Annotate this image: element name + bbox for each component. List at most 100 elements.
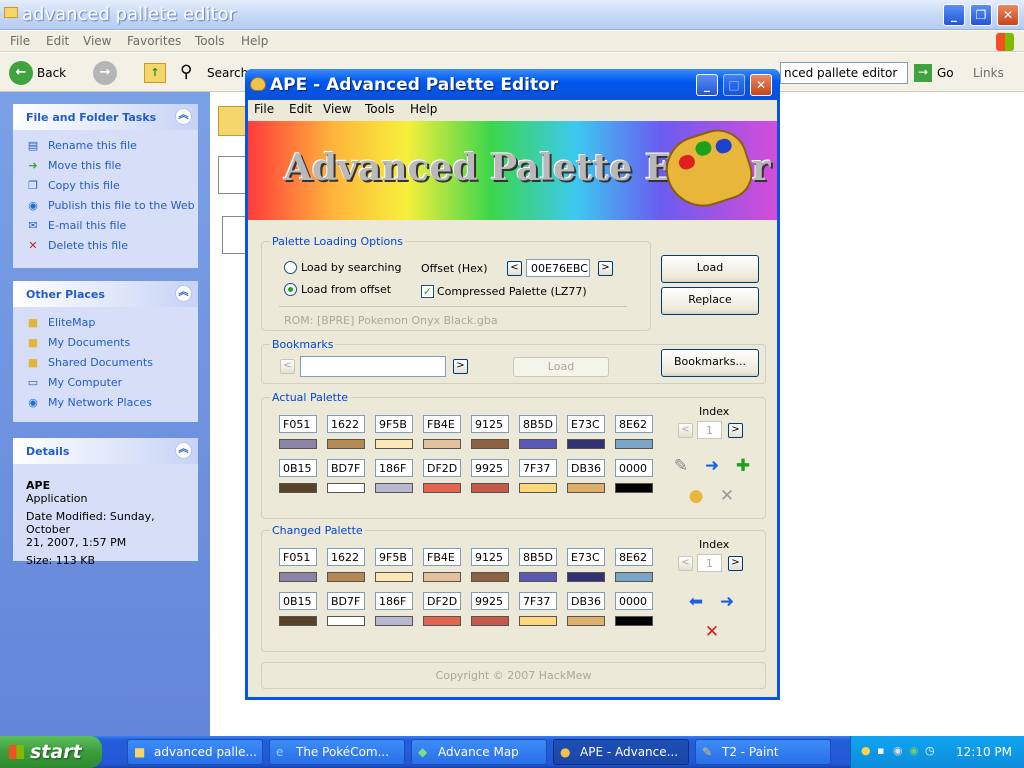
bookmark-prev-button[interactable]: <	[280, 359, 295, 374]
links-label[interactable]: Links	[973, 66, 1004, 80]
menu-view[interactable]: View	[83, 34, 111, 48]
actual-color-value[interactable]: 7F37	[519, 459, 557, 477]
changed-color-swatch[interactable]	[375, 616, 413, 626]
actual-color-swatch[interactable]	[615, 439, 653, 449]
actual-color-swatch[interactable]	[423, 439, 461, 449]
bookmark-next-button[interactable]: >	[453, 359, 468, 374]
changed-color-value[interactable]: FB4E	[423, 548, 461, 566]
changed-color-value[interactable]: 8E62	[615, 548, 653, 566]
changed-index-prev[interactable]: <	[678, 556, 693, 571]
ape-menu-file[interactable]: File	[254, 102, 274, 116]
actual-color-swatch[interactable]	[327, 483, 365, 493]
changed-color-value[interactable]: 9F5B	[375, 548, 413, 566]
menu-edit[interactable]: Edit	[46, 34, 69, 48]
compressed-palette-label[interactable]: Compressed Palette (LZ77)	[437, 285, 587, 298]
search-label[interactable]: Search	[207, 66, 248, 80]
actual-color-swatch[interactable]	[375, 483, 413, 493]
load-button[interactable]: Load	[661, 255, 759, 283]
details-header[interactable]: Details ︽	[13, 438, 198, 464]
changed-color-swatch[interactable]	[567, 616, 605, 626]
place-my-network[interactable]: ◉ My Network Places	[13, 393, 198, 413]
actual-color-value[interactable]: DF2D	[423, 459, 461, 477]
changed-index-next[interactable]: >	[728, 556, 743, 571]
actual-color-swatch[interactable]	[279, 483, 317, 493]
ape-maximize-button[interactable]: □	[723, 74, 745, 96]
start-button[interactable]: start	[0, 736, 102, 768]
place-my-documents[interactable]: ■ My Documents	[13, 333, 198, 353]
actual-color-swatch[interactable]	[519, 439, 557, 449]
changed-color-value[interactable]: 186F	[375, 592, 413, 610]
palette-clear-icon[interactable]: ✕	[700, 620, 724, 644]
changed-color-value[interactable]: 8B5D	[519, 548, 557, 566]
changed-color-value[interactable]: BD7F	[327, 592, 365, 610]
actual-color-swatch[interactable]	[279, 439, 317, 449]
back-arrow-icon[interactable]: ←	[9, 61, 33, 85]
menu-favorites[interactable]: Favorites	[127, 34, 181, 48]
actual-color-value[interactable]: 9F5B	[375, 415, 413, 433]
offset-hex-input[interactable]: 00E76EBC	[526, 259, 590, 277]
menu-help[interactable]: Help	[241, 34, 268, 48]
rename-file-link[interactable]: ▤ Rename this file	[13, 136, 198, 156]
actual-color-value[interactable]: 186F	[375, 459, 413, 477]
changed-color-swatch[interactable]	[423, 616, 461, 626]
actual-color-swatch[interactable]	[327, 439, 365, 449]
changed-index-input[interactable]: 1	[697, 554, 722, 572]
actual-color-value[interactable]: 9925	[471, 459, 509, 477]
ape-close-button[interactable]: ✕	[750, 74, 772, 96]
place-shared-documents[interactable]: ■ Shared Documents	[13, 353, 198, 373]
actual-color-swatch[interactable]	[519, 483, 557, 493]
actual-color-value[interactable]: 1622	[327, 415, 365, 433]
task-paint[interactable]: ✎ T2 - Paint	[695, 739, 831, 765]
palette-add-icon[interactable]: ✚	[731, 454, 755, 478]
actual-color-value[interactable]: 0000	[615, 459, 653, 477]
changed-color-swatch[interactable]	[615, 572, 653, 582]
compressed-palette-checkbox[interactable]: ✓	[421, 285, 434, 298]
go-label[interactable]: Go	[937, 66, 954, 80]
actual-color-swatch[interactable]	[615, 483, 653, 493]
changed-color-value[interactable]: DB36	[567, 592, 605, 610]
file-icon-text[interactable]	[222, 216, 246, 254]
changed-color-value[interactable]: DF2D	[423, 592, 461, 610]
tray-icon-5[interactable]: ◷	[925, 744, 935, 757]
load-from-offset-radio[interactable]	[284, 283, 297, 296]
place-my-computer[interactable]: ▭ My Computer	[13, 373, 198, 393]
actual-color-swatch[interactable]	[471, 439, 509, 449]
actual-color-value[interactable]: E73C	[567, 415, 605, 433]
ape-menu-tools[interactable]: Tools	[365, 102, 395, 116]
palette-export-icon[interactable]: ➜	[700, 454, 724, 478]
search-icon[interactable]: ⚲	[180, 62, 192, 82]
ape-menu-edit[interactable]: Edit	[289, 102, 312, 116]
actual-color-value[interactable]: 8E62	[615, 415, 653, 433]
offset-prev-button[interactable]: <	[507, 261, 522, 276]
actual-color-value[interactable]: DB36	[567, 459, 605, 477]
menu-tools[interactable]: Tools	[195, 34, 225, 48]
ape-menu-help[interactable]: Help	[410, 102, 437, 116]
back-label[interactable]: Back	[37, 66, 66, 80]
tray-icon-2[interactable]: ▪	[877, 744, 884, 757]
collapse-icon[interactable]: ︽	[175, 442, 192, 459]
actual-index-next[interactable]: >	[728, 423, 743, 438]
tray-icon-3[interactable]: ◉	[893, 744, 903, 757]
menu-file[interactable]: File	[10, 34, 30, 48]
file-icon-document[interactable]	[218, 156, 246, 194]
close-button[interactable]: ✕	[997, 4, 1019, 26]
actual-color-swatch[interactable]	[567, 439, 605, 449]
other-places-header[interactable]: Other Places ︽	[13, 281, 198, 307]
actual-index-prev[interactable]: <	[678, 423, 693, 438]
changed-color-swatch[interactable]	[423, 572, 461, 582]
tray-icon-4[interactable]: ◉	[909, 744, 919, 757]
changed-color-swatch[interactable]	[471, 572, 509, 582]
minimize-button[interactable]: _	[943, 4, 965, 26]
maximize-button[interactable]: ❐	[970, 4, 992, 26]
delete-file-link[interactable]: ✕ Delete this file	[13, 236, 198, 256]
palette-import-icon[interactable]: ✎	[669, 454, 693, 478]
palette-copy-left-icon[interactable]: ⬅	[684, 590, 708, 614]
changed-color-swatch[interactable]	[327, 572, 365, 582]
load-by-searching-label[interactable]: Load by searching	[301, 261, 401, 274]
actual-color-swatch[interactable]	[471, 483, 509, 493]
changed-color-swatch[interactable]	[375, 572, 413, 582]
bookmarks-button[interactable]: Bookmarks...	[661, 349, 759, 377]
bookmark-select[interactable]	[300, 356, 446, 377]
task-advance-map[interactable]: ◆ Advance Map	[411, 739, 547, 765]
forward-arrow-icon[interactable]: →	[93, 61, 117, 85]
